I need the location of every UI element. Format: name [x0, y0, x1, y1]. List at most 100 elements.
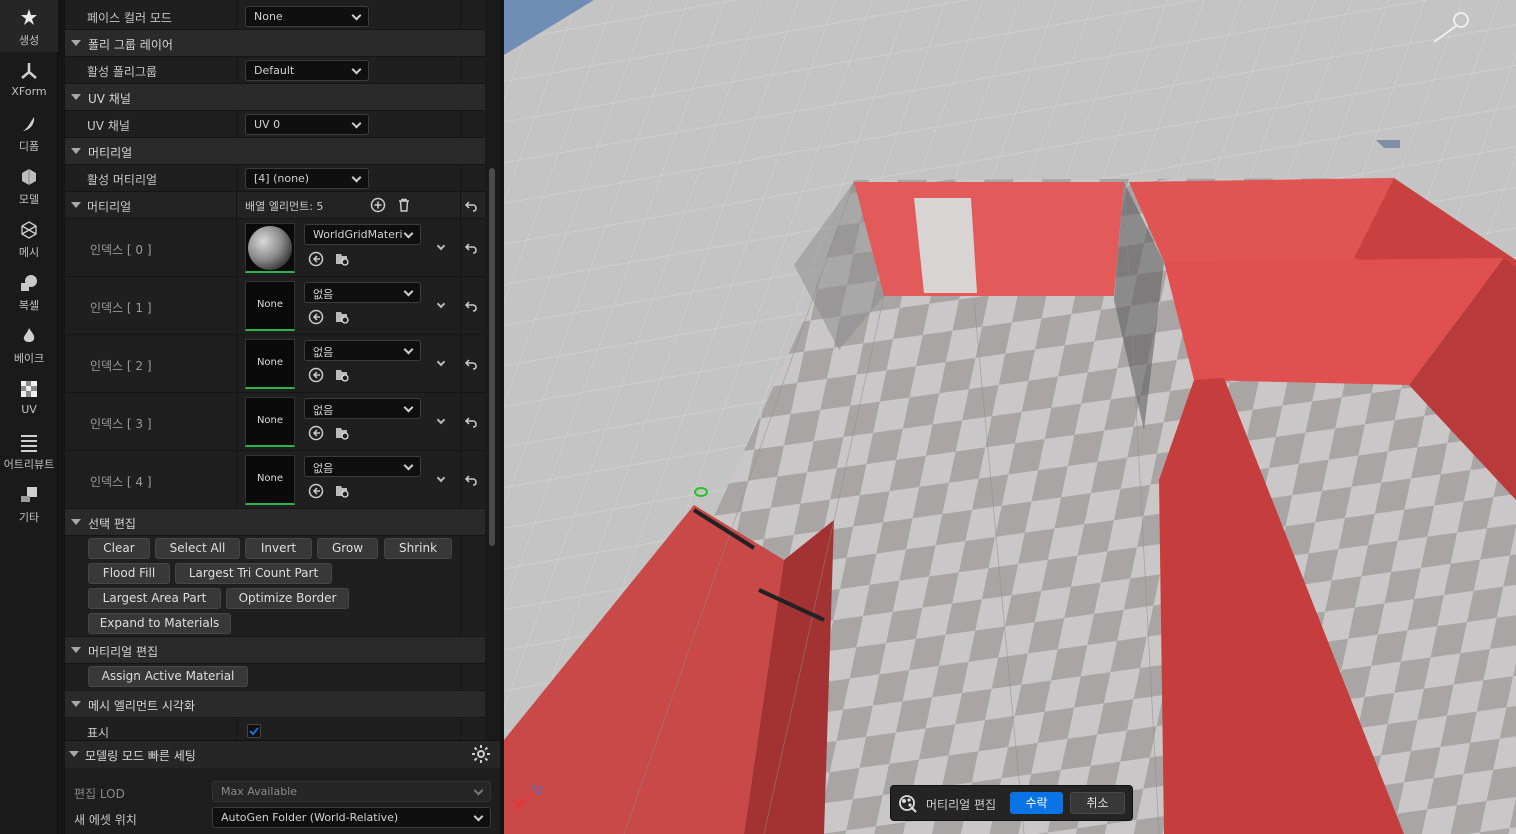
material-thumbnail[interactable]: None	[245, 397, 295, 447]
gear-icon[interactable]	[471, 744, 491, 764]
active-polygroup-combo[interactable]: Default	[245, 60, 369, 81]
material-combo[interactable]: 없음	[304, 340, 421, 361]
tool-deform[interactable]: 디폼	[0, 106, 58, 158]
expand-chevron-icon[interactable]	[436, 415, 446, 425]
section-title: 폴리 그룹 레이어	[88, 38, 173, 52]
tool-misc[interactable]: 기타	[0, 477, 58, 529]
tool-label: 생성	[18, 34, 40, 47]
reset-icon[interactable]	[464, 299, 478, 313]
expand-to-materials-button[interactable]: Expand to Materials	[88, 613, 231, 634]
active-material-combo[interactable]: [4] (none)	[245, 168, 369, 189]
collapse-icon	[71, 40, 81, 46]
thumbnail-text: None	[256, 299, 284, 310]
grow-button[interactable]: Grow	[317, 538, 378, 559]
reset-icon[interactable]	[464, 241, 478, 255]
browse-icon[interactable]	[334, 483, 350, 499]
quick-settings-header[interactable]: 모델링 모드 빠른 세팅	[65, 741, 500, 768]
uv-channel-combo[interactable]: UV 0	[245, 114, 369, 135]
tool-uv[interactable]: UV	[0, 371, 58, 423]
scrollbar-thumb[interactable]	[489, 168, 495, 546]
use-selected-icon[interactable]	[308, 425, 324, 441]
new-asset-location-combo[interactable]: AutoGen Folder (World-Relative)	[212, 807, 491, 828]
panel-scrollbar[interactable]	[485, 0, 500, 740]
collapse-icon[interactable]	[71, 202, 81, 208]
expand-chevron-icon[interactable]	[436, 473, 446, 483]
browse-icon[interactable]	[334, 367, 350, 383]
thumbnail-text: None	[256, 473, 284, 484]
section-material-edit[interactable]: 머티리얼 편집	[65, 637, 485, 664]
reset-icon[interactable]	[464, 199, 478, 213]
collapse-icon	[71, 701, 81, 707]
delete-all-icon[interactable]	[396, 197, 412, 213]
scene-render: Z	[504, 0, 1516, 834]
browse-icon[interactable]	[334, 425, 350, 441]
add-element-icon[interactable]	[370, 197, 386, 213]
assign-active-material-button[interactable]: Assign Active Material	[88, 666, 248, 687]
material-thumbnail[interactable]: None	[245, 281, 295, 331]
use-selected-icon[interactable]	[308, 483, 324, 499]
section-selection-edit[interactable]: 선택 편집	[65, 509, 485, 536]
tool-xform[interactable]: XForm	[0, 53, 58, 105]
checkmark-icon	[249, 727, 259, 736]
show-checkbox[interactable]	[247, 724, 261, 738]
accept-button[interactable]: 수락	[1010, 792, 1063, 814]
chevron-down-icon	[403, 460, 414, 471]
collapse-icon	[71, 519, 81, 525]
largest-area-button[interactable]: Largest Area Part	[88, 588, 221, 609]
browse-icon[interactable]	[334, 309, 350, 325]
tool-model[interactable]: 모델	[0, 159, 58, 211]
thumbnail-text: None	[256, 415, 284, 426]
tool-voxel[interactable]: 복셀	[0, 265, 58, 317]
flood-fill-button[interactable]: Flood Fill	[88, 563, 170, 584]
chevron-down-icon	[403, 344, 414, 355]
material-combo[interactable]: WorldGridMateri	[304, 224, 421, 245]
select-all-button[interactable]: Select All	[155, 538, 240, 559]
quick-settings-title: 모델링 모드 빠른 세팅	[85, 749, 196, 763]
reset-icon[interactable]	[464, 415, 478, 429]
section-uv[interactable]: UV 채널	[65, 84, 485, 111]
tool-mesh[interactable]: 메시	[0, 212, 58, 264]
section-visualization[interactable]: 메시 엘리먼트 시각화	[65, 691, 485, 718]
material-index-row-3: 인덱스 [ 3 ] None 없음	[65, 393, 485, 451]
shrink-button[interactable]: Shrink	[384, 538, 452, 559]
view-options-icon[interactable]	[1450, 9, 1472, 31]
material-thumbnail[interactable]: None	[245, 339, 295, 389]
expand-chevron-icon[interactable]	[436, 357, 446, 367]
selection-buttons-area: Clear Select All Invert Grow Shrink Floo…	[65, 536, 485, 637]
edit-lod-combo[interactable]: Max Available	[212, 781, 491, 802]
use-selected-icon[interactable]	[308, 251, 324, 267]
tool-create[interactable]: 생성	[0, 0, 58, 52]
material-combo[interactable]: 없음	[304, 456, 421, 477]
largest-tri-count-button[interactable]: Largest Tri Count Part	[175, 563, 332, 584]
chevron-down-icon	[403, 402, 414, 413]
optimize-border-button[interactable]: Optimize Border	[226, 588, 349, 609]
tool-attributes[interactable]: 어트리뷰트	[0, 424, 58, 476]
material-combo[interactable]: 없음	[304, 398, 421, 419]
reset-icon[interactable]	[464, 473, 478, 487]
array-count: 배열 엘리먼트: 5	[245, 200, 324, 213]
3d-viewport[interactable]: Z	[504, 0, 1516, 834]
cancel-button[interactable]: 취소	[1070, 792, 1125, 814]
section-polygroup[interactable]: 폴리 그룹 레이어	[65, 30, 485, 57]
index-label: 인덱스 [ 3 ]	[90, 417, 152, 431]
clear-button[interactable]: Clear	[88, 538, 150, 559]
index-label: 인덱스 [ 0 ]	[90, 243, 152, 257]
material-thumbnail[interactable]: None	[245, 455, 295, 505]
invert-button[interactable]: Invert	[245, 538, 312, 559]
material-thumbnail[interactable]	[245, 223, 295, 273]
use-selected-icon[interactable]	[308, 309, 324, 325]
details-panel: 페이스 컬러 모드 None 폴리 그룹 레이어 활성 폴리그룹 Default…	[65, 0, 485, 740]
deform-icon	[23, 117, 35, 131]
reset-icon[interactable]	[464, 357, 478, 371]
section-material[interactable]: 머티리얼	[65, 138, 485, 165]
chevron-down-icon	[403, 228, 414, 239]
use-selected-icon[interactable]	[308, 367, 324, 383]
browse-icon[interactable]	[334, 251, 350, 267]
face-color-combo[interactable]: None	[245, 6, 369, 27]
material-combo[interactable]: 없음	[304, 282, 421, 303]
collapse-icon	[69, 751, 79, 757]
expand-chevron-icon[interactable]	[436, 299, 446, 309]
tool-bake[interactable]: 베이크	[0, 318, 58, 370]
expand-chevron-icon[interactable]	[436, 241, 446, 251]
uv-channel-row: UV 채널 UV 0	[65, 111, 485, 138]
